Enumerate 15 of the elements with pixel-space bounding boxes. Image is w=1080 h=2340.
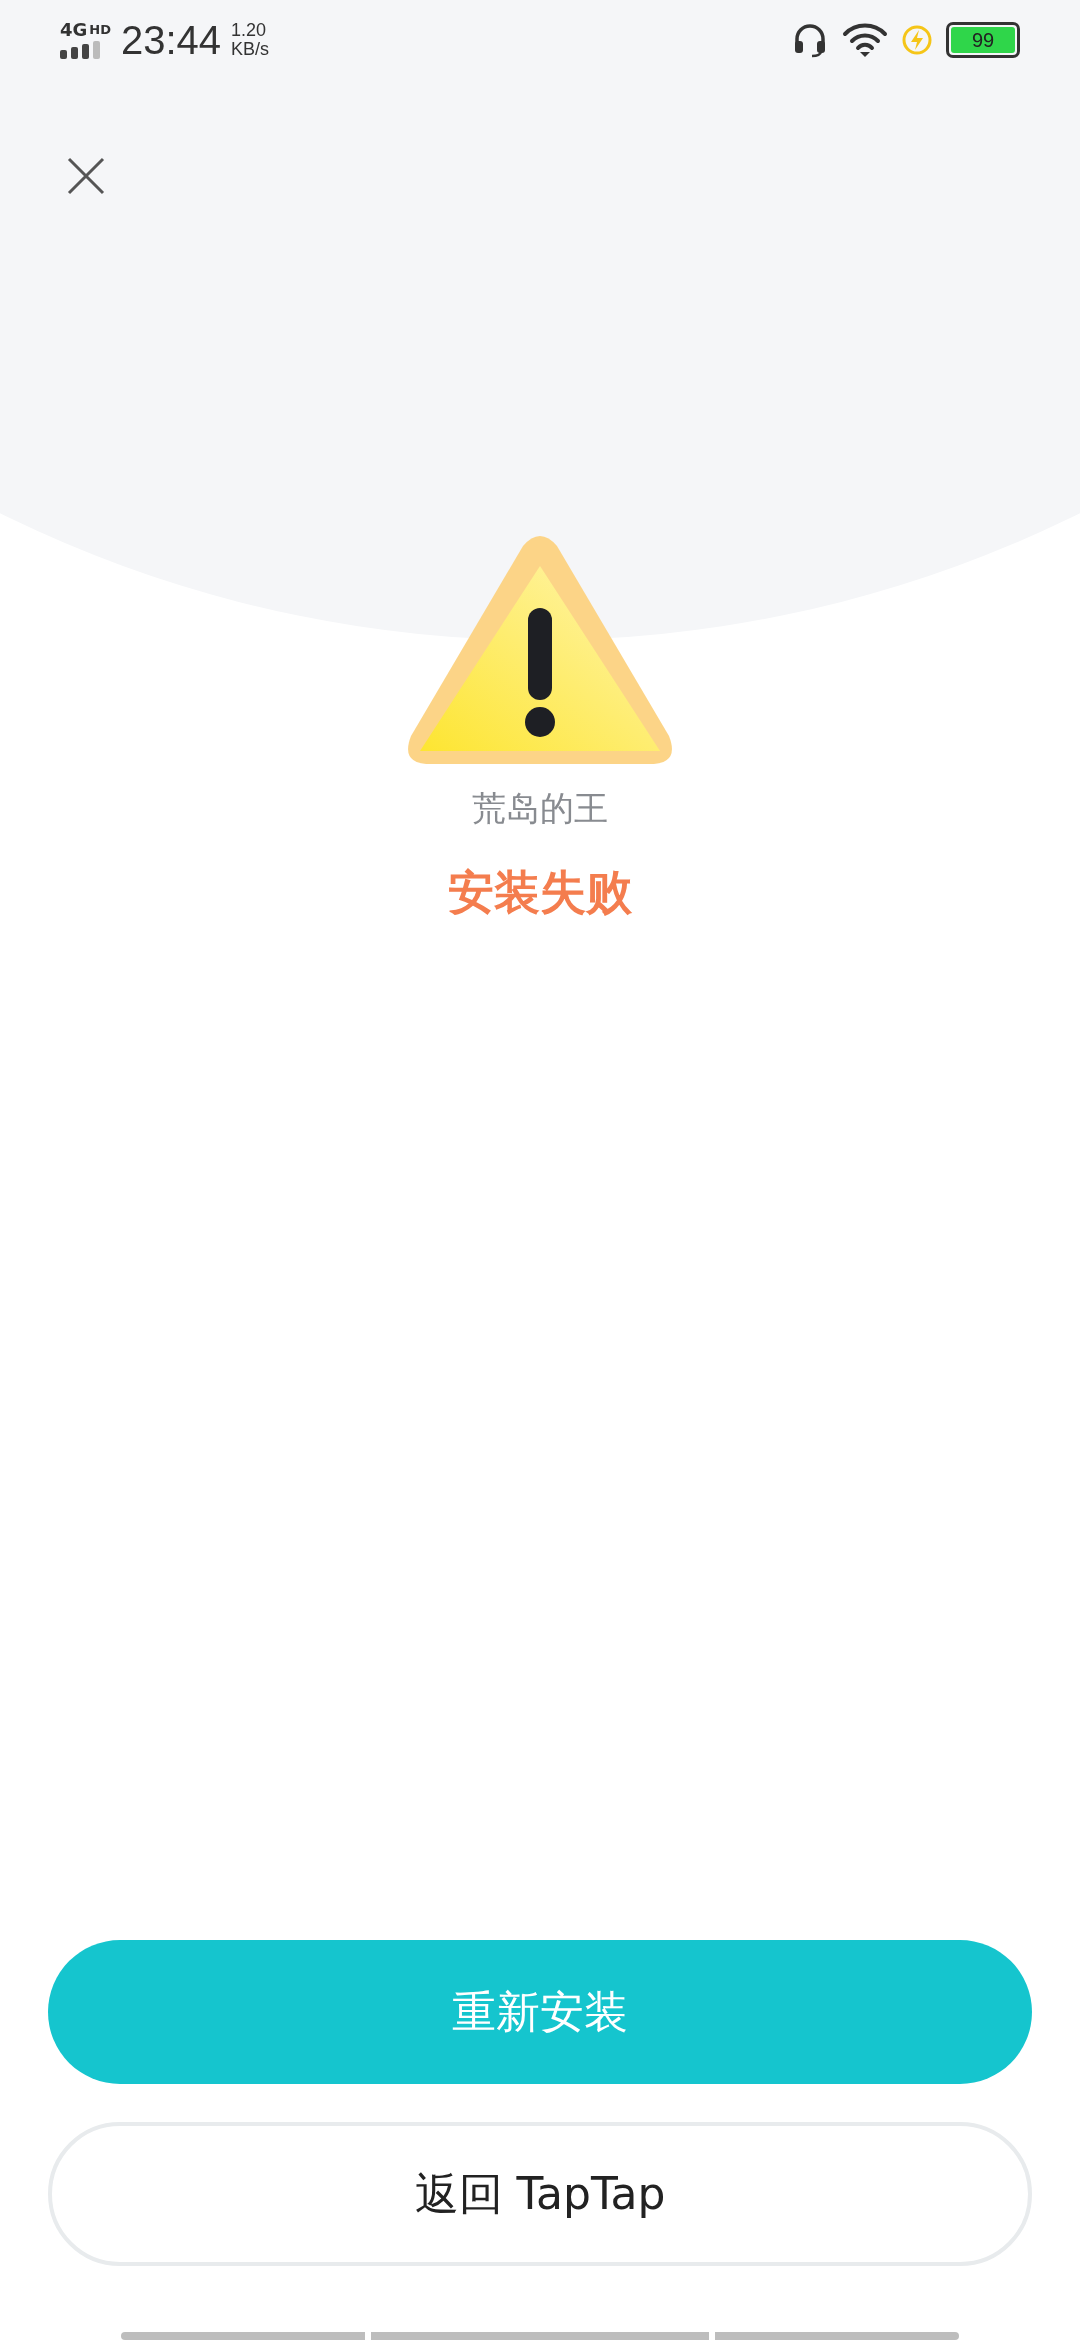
battery-level: 99 [971,30,995,50]
back-button[interactable]: 返回 TapTap [48,2122,1032,2266]
network-type-label: HD [89,22,111,37]
status-message: 安装失败 [448,864,632,921]
clock: 23:44 [121,17,222,63]
charging-icon [902,25,932,55]
headphones-icon [792,22,828,58]
speed-unit: KB/s [231,40,270,59]
warning-icon [405,536,675,766]
network-label: 4G [60,19,88,40]
app-name: 荒岛的王 [472,787,608,830]
wifi-icon [842,23,888,57]
speed-value: 1.20 [231,21,268,40]
close-icon[interactable] [67,157,105,195]
signal-icon [60,41,102,59]
